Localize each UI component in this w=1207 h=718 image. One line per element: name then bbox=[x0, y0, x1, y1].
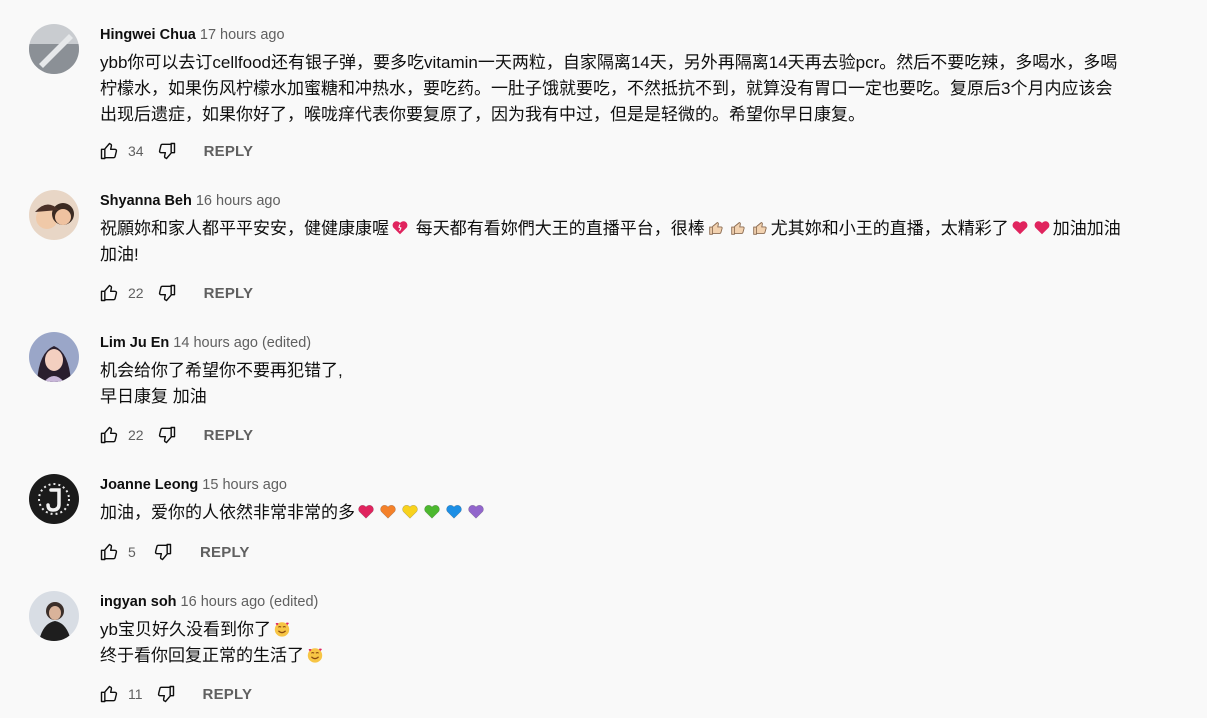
comment-line: 机会给你了希望你不要再犯错了, bbox=[100, 361, 343, 380]
comment-line: 加油，爱你的人依然非常非常的多 bbox=[100, 500, 1180, 526]
text-segment: 祝願妳和家人都平平安安，健健康康喔 bbox=[100, 219, 389, 238]
comment-actions: 22 REPLY bbox=[96, 281, 253, 305]
comment-line: 终于看你回复正常的生活了 bbox=[100, 643, 1180, 669]
comment-time[interactable]: 14 hours ago (edited) bbox=[173, 335, 311, 351]
comment-line: ybb你可以去订cellfood还有银子弹，要多吃vitamin一天两粒，自家隔… bbox=[100, 53, 1118, 72]
thumbs-down-icon[interactable] bbox=[154, 281, 180, 305]
like-count: 34 bbox=[128, 143, 144, 159]
comment-author[interactable]: Hingwei Chua bbox=[100, 27, 196, 43]
comment-line: 出现后遗症，如果你好了，喉咙痒代表你要复原了，因为我有中过，但是是轻微的。希望你… bbox=[100, 105, 865, 124]
thumbs-down-icon[interactable] bbox=[154, 423, 180, 447]
avatar[interactable] bbox=[29, 332, 79, 382]
comment-header: Hingwei Chua 17 hours ago bbox=[100, 24, 285, 46]
text-segment: 加油，爱你的人依然非常非常的多 bbox=[100, 503, 355, 522]
comment-time[interactable]: 16 hours ago bbox=[196, 193, 281, 209]
comment-line: 加油! bbox=[100, 245, 139, 264]
comment-header: Lim Ju En 14 hours ago (edited) bbox=[100, 332, 311, 354]
heart-emoji-icon bbox=[357, 503, 375, 521]
reply-button[interactable]: REPLY bbox=[204, 427, 254, 444]
heart-emoji-icon bbox=[401, 503, 419, 521]
heart-emoji-icon bbox=[379, 503, 397, 521]
comment-time[interactable]: 16 hours ago (edited) bbox=[181, 594, 319, 610]
like-count: 5 bbox=[128, 544, 136, 560]
comment-actions: 34 REPLY bbox=[96, 139, 253, 163]
heart-emoji-icon bbox=[391, 219, 409, 237]
comment-line: yb宝贝好久没看到你了 bbox=[100, 617, 1180, 643]
like-count: 22 bbox=[128, 285, 144, 301]
comment-header: Shyanna Beh 16 hours ago bbox=[100, 190, 281, 212]
thumbs-up-emoji-icon bbox=[707, 219, 725, 237]
text-segment: 加油加油 bbox=[1052, 219, 1121, 238]
text-segment: 终于看你回复正常的生活了 bbox=[100, 646, 304, 665]
comment-line: 柠檬水，如果伤风柠檬水加蜜糖和冲热水，要吃药。一肚子饿就要吃，不然抵抗不到，就算… bbox=[100, 79, 1113, 98]
comment-actions: 5 REPLY bbox=[96, 540, 250, 564]
text-segment: yb宝贝好久没看到你了 bbox=[100, 620, 271, 639]
comment-time[interactable]: 17 hours ago bbox=[200, 27, 285, 43]
comment-actions: 22 REPLY bbox=[96, 423, 253, 447]
comment-text: yb宝贝好久没看到你了 终于看你回复正常的生活了 bbox=[100, 617, 1180, 669]
comment-author[interactable]: Joanne Leong bbox=[100, 477, 198, 493]
heart-emoji-icon bbox=[423, 503, 441, 521]
comment-text: 机会给你了希望你不要再犯错了, 早日康复 加油 bbox=[100, 358, 1180, 410]
reply-button[interactable]: REPLY bbox=[204, 285, 254, 302]
comment-author[interactable]: Lim Ju En bbox=[100, 335, 169, 351]
comment-text: ybb你可以去订cellfood还有银子弹，要多吃vitamin一天两粒，自家隔… bbox=[100, 50, 1180, 128]
reply-button[interactable]: REPLY bbox=[203, 686, 253, 703]
comment-author[interactable]: Shyanna Beh bbox=[100, 193, 192, 209]
comments-section: Hingwei Chua 17 hours ago ybb你可以去订cellfoo… bbox=[0, 0, 1207, 718]
avatar[interactable] bbox=[29, 474, 79, 524]
thumbs-up-icon[interactable] bbox=[96, 139, 122, 163]
like-count: 22 bbox=[128, 427, 144, 443]
comment-text: 加油，爱你的人依然非常非常的多 bbox=[100, 500, 1180, 526]
comment-author[interactable]: ingyan soh bbox=[100, 594, 177, 610]
comment-header: ingyan soh 16 hours ago (edited) bbox=[100, 591, 318, 613]
thumbs-down-icon[interactable] bbox=[150, 540, 176, 564]
text-segment: 尤其妳和小王的直播，太精彩了 bbox=[770, 219, 1009, 238]
heart-emoji-icon bbox=[1011, 219, 1029, 237]
reply-button[interactable]: REPLY bbox=[200, 544, 250, 561]
thumbs-down-icon[interactable] bbox=[154, 139, 180, 163]
hearts-row bbox=[355, 503, 487, 522]
thumbs-up-icon[interactable] bbox=[96, 423, 122, 447]
avatar[interactable] bbox=[29, 591, 79, 641]
comment-line: 祝願妳和家人都平平安安，健健康康喔 每天都有看妳們大王的直播平台，很棒 尤其妳和小… bbox=[100, 216, 1180, 242]
thumbs-up-emoji-icon bbox=[729, 219, 747, 237]
heart-emoji-icon bbox=[445, 503, 463, 521]
comment-time[interactable]: 15 hours ago bbox=[202, 477, 287, 493]
thumbs-up-icon[interactable] bbox=[96, 682, 122, 706]
comment-actions: 11 REPLY bbox=[96, 682, 252, 706]
comment-header: Joanne Leong 15 hours ago bbox=[100, 474, 287, 496]
thumbs-down-icon[interactable] bbox=[153, 682, 179, 706]
comment-text: 祝願妳和家人都平平安安，健健康康喔 每天都有看妳們大王的直播平台，很棒 尤其妳和小… bbox=[100, 216, 1180, 268]
avatar[interactable] bbox=[29, 190, 79, 240]
smiling-face-with-hearts-icon bbox=[273, 620, 291, 638]
reply-button[interactable]: REPLY bbox=[204, 143, 254, 160]
comment-line: 早日康复 加油 bbox=[100, 387, 207, 406]
avatar[interactable] bbox=[29, 24, 79, 74]
heart-emoji-icon bbox=[467, 503, 485, 521]
thumbs-up-icon[interactable] bbox=[96, 281, 122, 305]
thumbs-up-emoji-icon bbox=[751, 219, 769, 237]
heart-emoji-icon bbox=[1033, 219, 1051, 237]
thumbs-up-icon[interactable] bbox=[96, 540, 122, 564]
like-count: 11 bbox=[128, 686, 143, 702]
text-segment: 每天都有看妳們大王的直播平台，很棒 bbox=[411, 219, 705, 238]
smiling-face-with-hearts-icon bbox=[306, 646, 324, 664]
